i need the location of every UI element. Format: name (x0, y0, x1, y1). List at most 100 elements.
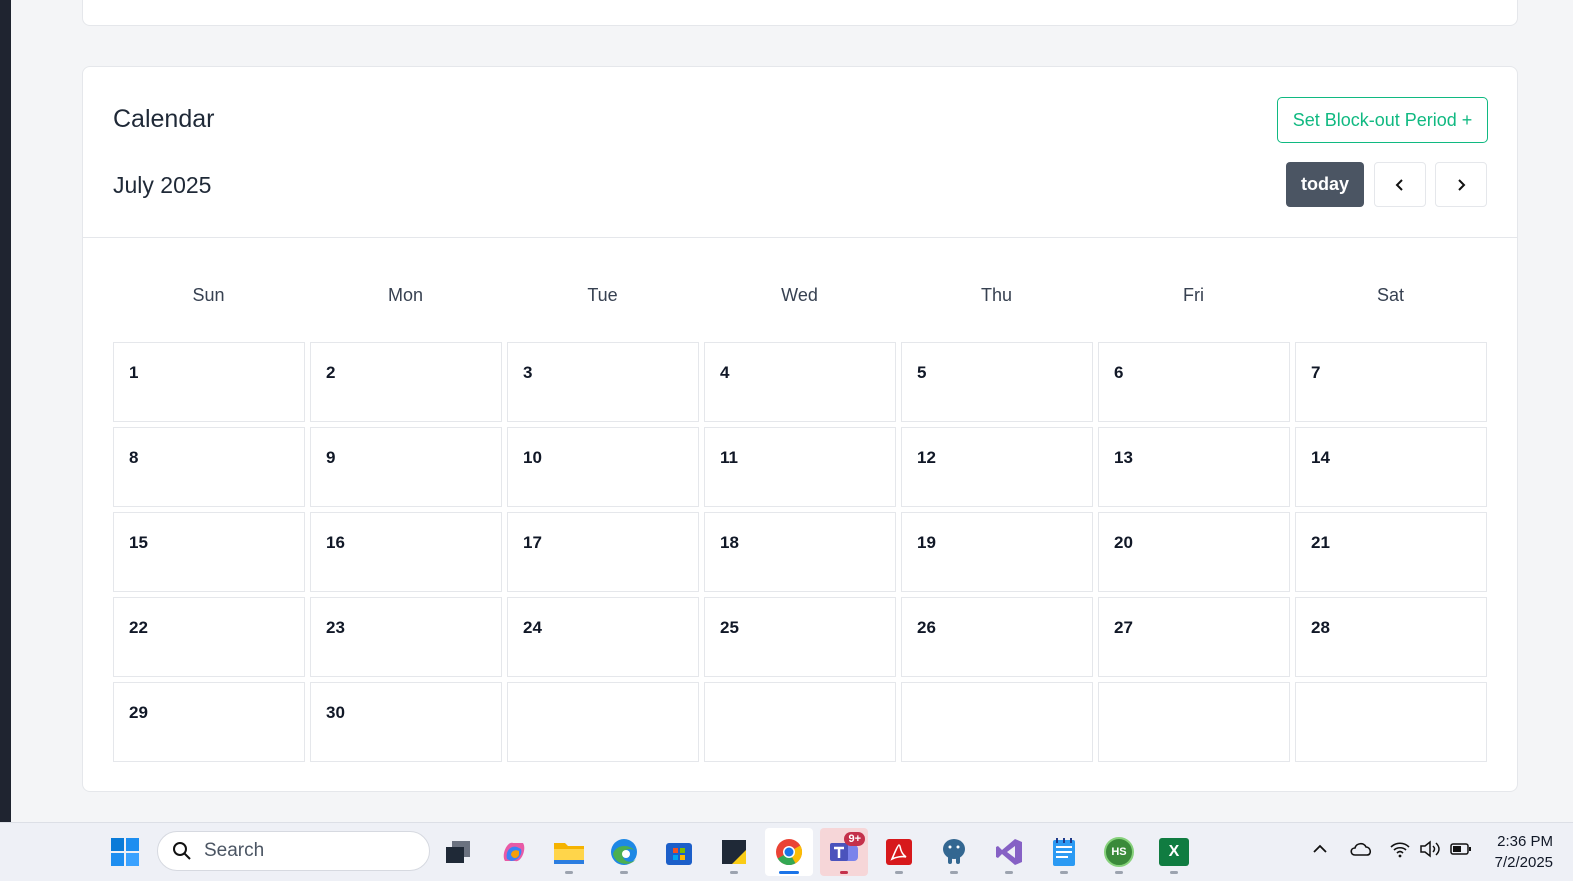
day-cell[interactable]: 12 (901, 427, 1093, 507)
day-cell[interactable]: 26 (901, 597, 1093, 677)
volume-icon[interactable] (1419, 840, 1441, 858)
postgres-button[interactable] (930, 828, 978, 876)
chrome-button[interactable] (765, 828, 813, 876)
header-divider (83, 237, 1517, 238)
visual-studio-button[interactable] (985, 828, 1033, 876)
day-cell[interactable]: 21 (1295, 512, 1487, 592)
weekday-header: Tue (587, 285, 618, 305)
day-cell[interactable]: 27 (1098, 597, 1290, 677)
day-number: 3 (523, 363, 533, 382)
windows-start-icon (111, 838, 139, 866)
day-cell[interactable]: 3 (507, 342, 699, 422)
running-indicator (1170, 871, 1178, 874)
month-label: July 2025 (113, 172, 212, 198)
copilot-icon (503, 842, 525, 862)
day-cell[interactable]: 6 (1098, 342, 1290, 422)
today-button[interactable]: today (1286, 162, 1364, 207)
notepad-button[interactable] (1040, 828, 1088, 876)
day-number: 11 (720, 448, 738, 467)
search-icon (173, 842, 191, 860)
acrobat-icon (886, 839, 912, 865)
day-number: 2 (326, 363, 336, 382)
day-cell[interactable]: 16 (310, 512, 502, 592)
day-number: 29 (129, 703, 148, 722)
day-number: 15 (129, 533, 148, 552)
day-number: 13 (1114, 448, 1133, 467)
hs-app-icon: HS (1104, 837, 1134, 867)
day-cell[interactable] (507, 682, 699, 762)
day-cell[interactable]: 5 (901, 342, 1093, 422)
day-number: 22 (129, 618, 148, 637)
day-cell[interactable]: 9 (310, 427, 502, 507)
edge-icon (611, 839, 637, 865)
store-button[interactable] (655, 828, 703, 876)
day-cell[interactable]: 4 (704, 342, 896, 422)
day-cell[interactable]: 17 (507, 512, 699, 592)
weekday-header: Fri (1183, 285, 1204, 305)
day-number: 18 (720, 533, 739, 552)
day-number: 5 (917, 363, 927, 382)
day-cell[interactable]: 18 (704, 512, 896, 592)
next-month-button[interactable] (1435, 162, 1487, 207)
windows-start-button[interactable] (101, 828, 149, 876)
excel-button[interactable]: X (1150, 828, 1198, 876)
day-cell[interactable]: 24 (507, 597, 699, 677)
teams-button[interactable]: 9+ (820, 828, 868, 876)
postgres-icon (943, 839, 965, 864)
set-block-out-button[interactable]: Set Block-out Period + (1277, 97, 1488, 143)
day-cell[interactable]: 22 (113, 597, 305, 677)
hs-app-button[interactable]: HS (1095, 828, 1143, 876)
day-cell[interactable]: 15 (113, 512, 305, 592)
day-cell[interactable]: 29 (113, 682, 305, 762)
running-indicator (1060, 871, 1068, 874)
day-cell[interactable]: 23 (310, 597, 502, 677)
acrobat-button[interactable] (875, 828, 923, 876)
day-cell[interactable]: 14 (1295, 427, 1487, 507)
day-number: 12 (917, 448, 936, 467)
battery-icon[interactable] (1450, 840, 1472, 858)
edge-button[interactable] (600, 828, 648, 876)
day-cell[interactable] (1295, 682, 1487, 762)
visual-studio-icon (996, 839, 1022, 865)
day-cell[interactable] (704, 682, 896, 762)
day-cell[interactable]: 25 (704, 597, 896, 677)
weekday-header: Mon (387, 285, 423, 305)
day-number: 7 (1311, 363, 1321, 382)
day-cell[interactable]: 10 (507, 427, 699, 507)
day-cell[interactable]: 28 (1295, 597, 1487, 677)
day-cell[interactable]: 30 (310, 682, 502, 762)
day-cell[interactable]: 7 (1295, 342, 1487, 422)
clock-time: 2:36 PM (1497, 833, 1553, 850)
day-cell[interactable]: 2 (310, 342, 502, 422)
day-cell[interactable]: 20 (1098, 512, 1290, 592)
day-number: 20 (1114, 533, 1133, 552)
excel-label: X (1168, 843, 1180, 860)
system-clock[interactable]: 2:36 PM 7/2/2025 (1495, 831, 1553, 873)
chevron-up-icon[interactable] (1311, 840, 1329, 858)
active-indicator (779, 871, 799, 874)
day-number: 16 (326, 533, 345, 552)
onedrive-icon[interactable] (1349, 840, 1373, 858)
taskbar-search[interactable]: Search (157, 831, 430, 871)
day-number: 26 (917, 618, 936, 637)
day-cell[interactable] (1098, 682, 1290, 762)
file-explorer-button[interactable] (545, 828, 593, 876)
weekday-header: Sun (192, 285, 225, 305)
sticky-notes-button[interactable] (710, 828, 758, 876)
chevron-left-icon (1395, 178, 1403, 191)
chevron-right-icon (1458, 178, 1466, 191)
task-view-button[interactable] (434, 828, 482, 876)
previous-month-button[interactable] (1374, 162, 1426, 207)
day-cell[interactable]: 11 (704, 427, 896, 507)
day-number: 21 (1311, 533, 1330, 552)
wifi-icon[interactable] (1389, 840, 1411, 858)
clock-date: 7/2/2025 (1494, 854, 1553, 871)
day-cell[interactable]: 19 (901, 512, 1093, 592)
previous-card (82, 0, 1518, 26)
day-cell[interactable]: 13 (1098, 427, 1290, 507)
day-cell[interactable] (901, 682, 1093, 762)
copilot-button[interactable] (490, 828, 538, 876)
day-cell[interactable]: 8 (113, 427, 305, 507)
running-indicator (620, 871, 628, 874)
day-cell[interactable]: 1 (113, 342, 305, 422)
